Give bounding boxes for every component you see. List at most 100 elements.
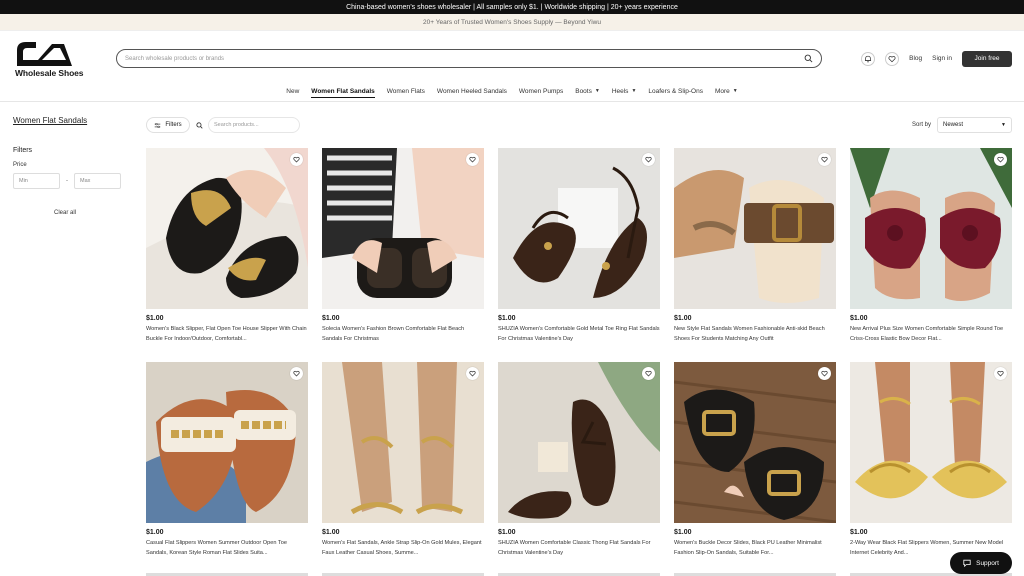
nav-item-boots[interactable]: Boots ▼ xyxy=(569,84,606,98)
product-card[interactable]: $1.00 Casual Flat Slippers Women Summer … xyxy=(146,362,308,564)
blog-link[interactable]: Blog xyxy=(909,55,922,62)
nav-item-heels[interactable]: Heels ▼ xyxy=(606,84,643,98)
search-icon[interactable] xyxy=(804,54,813,63)
nav-label: Women Pumps xyxy=(518,87,564,95)
product-image[interactable] xyxy=(498,148,660,309)
price-min-input[interactable]: Min xyxy=(13,173,60,189)
product-card[interactable]: $1.00 Solecia Women's Fashion Brown Comf… xyxy=(322,148,484,350)
wishlist-button[interactable] xyxy=(885,51,900,66)
tagline-text: 20+ Years of Trusted Women's Shoes Suppl… xyxy=(423,18,601,26)
product-image[interactable] xyxy=(146,148,308,309)
favorite-button[interactable] xyxy=(818,367,831,380)
heart-icon xyxy=(997,156,1004,163)
product-card[interactable]: $1.00 2-Way Wear Black Flat Slippers Wom… xyxy=(850,362,1012,564)
nav-label: Women Heeled Sandals xyxy=(436,87,507,95)
product-image[interactable] xyxy=(322,362,484,523)
price-label: Price xyxy=(13,162,27,168)
heart-icon xyxy=(821,156,828,163)
product-name[interactable]: Women's Black Slipper, Flat Open Toe Hou… xyxy=(146,325,308,344)
product-card[interactable]: $1.00 SHUZIA Women's Comfortable Gold Me… xyxy=(498,148,660,350)
product-image[interactable] xyxy=(850,148,1012,309)
price-max-input[interactable]: Max xyxy=(74,173,121,189)
product-name[interactable]: Women's Flat Sandals, Ankle Strap Slip-O… xyxy=(322,539,484,558)
heart-icon xyxy=(645,370,652,377)
nav-item-new[interactable]: New xyxy=(280,84,305,98)
product-price: $1.00 xyxy=(498,315,516,322)
favorite-button[interactable] xyxy=(642,153,655,166)
favorite-button[interactable] xyxy=(290,153,303,166)
product-image[interactable] xyxy=(498,362,660,523)
favorite-button[interactable] xyxy=(290,367,303,380)
product-price: $1.00 xyxy=(322,315,340,322)
heart-icon xyxy=(997,370,1004,377)
heart-icon xyxy=(888,55,896,62)
nav-label: New xyxy=(286,87,300,95)
product-card[interactable]: $1.00 SHUZIA Women Comfortable Classic T… xyxy=(498,362,660,564)
nav-item-women-pumps[interactable]: Women Pumps xyxy=(513,84,569,98)
nav-item-loafers[interactable]: Loafers & Slip-Ons xyxy=(642,84,709,98)
search-input[interactable]: Search wholesale products or brands xyxy=(116,49,822,68)
product-card[interactable]: $1.00 Women's Black Slipper, Flat Open T… xyxy=(146,148,308,350)
product-price: $1.00 xyxy=(146,529,164,536)
product-image[interactable] xyxy=(674,148,836,309)
nav-item-women-flat-sandals[interactable]: Women Flat Sandals xyxy=(305,84,380,98)
product-image[interactable] xyxy=(674,362,836,523)
price-range: Min - Max xyxy=(13,173,123,189)
filters-heading: Filters xyxy=(13,147,33,154)
support-label: Support xyxy=(976,559,999,567)
chat-icon xyxy=(963,559,971,567)
heart-icon xyxy=(293,156,300,163)
nav-label: More xyxy=(714,87,730,95)
product-search-input[interactable]: Search products... xyxy=(208,117,300,133)
product-card[interactable]: $1.00 New Arrival Plus Size Women Comfor… xyxy=(850,148,1012,350)
heart-icon xyxy=(469,156,476,163)
filters-button[interactable]: Filters xyxy=(146,117,190,133)
product-card[interactable]: $1.00 New Style Flat Sandals Women Fashi… xyxy=(674,148,836,350)
support-button[interactable]: Support xyxy=(950,552,1012,574)
notifications-button[interactable] xyxy=(861,51,876,66)
nav-item-women-heeled-sandals[interactable]: Women Heeled Sandals xyxy=(431,84,513,98)
product-card[interactable]: $1.00 Women's Flat Sandals, Ankle Strap … xyxy=(322,362,484,564)
product-card[interactable]: $1.00 Women's Buckle Decor Slides, Black… xyxy=(674,362,836,564)
product-price: $1.00 xyxy=(850,315,868,322)
logo-icon xyxy=(17,42,72,66)
chevron-down-icon: ▼ xyxy=(594,88,600,94)
join-free-button[interactable]: Join free xyxy=(962,50,1012,67)
sort-label: Sort by xyxy=(911,122,931,128)
chevron-down-icon: ▼ xyxy=(1001,122,1006,128)
favorite-button[interactable] xyxy=(818,153,831,166)
nav-item-women-flats[interactable]: Women Flats xyxy=(381,84,431,98)
favorite-button[interactable] xyxy=(466,153,479,166)
chevron-down-icon: ▼ xyxy=(631,88,637,94)
clear-all-button[interactable]: Clear all xyxy=(13,210,117,216)
product-name[interactable]: Women's Buckle Decor Slides, Black PU Le… xyxy=(674,539,836,558)
product-name[interactable]: SHUZIA Women Comfortable Classic Thong F… xyxy=(498,539,660,558)
favorite-button[interactable] xyxy=(642,367,655,380)
product-image[interactable] xyxy=(850,362,1012,523)
favorite-button[interactable] xyxy=(994,367,1007,380)
product-name[interactable]: SHUZIA Women's Comfortable Gold Metal To… xyxy=(498,325,660,344)
header-divider xyxy=(0,101,1024,102)
heart-icon xyxy=(293,370,300,377)
sort-value: Newest xyxy=(943,122,964,128)
logo-text: Wholesale Shoes xyxy=(15,68,84,78)
favorite-button[interactable] xyxy=(466,367,479,380)
category-title[interactable]: Women Flat Sandals xyxy=(13,116,123,125)
product-name[interactable]: New Style Flat Sandals Women Fashionable… xyxy=(674,325,836,344)
nav-item-more[interactable]: More ▼ xyxy=(709,84,744,98)
logo[interactable]: Wholesale Shoes xyxy=(14,38,90,80)
product-name[interactable]: Casual Flat Slippers Women Summer Outdoo… xyxy=(146,539,308,558)
product-image[interactable] xyxy=(322,148,484,309)
product-name[interactable]: New Arrival Plus Size Women Comfortable … xyxy=(850,325,1012,344)
sign-in-link[interactable]: Sign in xyxy=(932,55,952,62)
bell-icon xyxy=(865,55,872,62)
sort-select[interactable]: Newest ▼ xyxy=(937,117,1012,133)
product-image[interactable] xyxy=(146,362,308,523)
sliders-icon xyxy=(155,122,161,128)
favorite-button[interactable] xyxy=(994,153,1007,166)
heart-icon xyxy=(645,156,652,163)
product-price: $1.00 xyxy=(322,529,340,536)
product-price: $1.00 xyxy=(674,529,692,536)
product-name[interactable]: Solecia Women's Fashion Brown Comfortabl… xyxy=(322,325,484,344)
filters-button-label: Filters xyxy=(165,122,182,128)
